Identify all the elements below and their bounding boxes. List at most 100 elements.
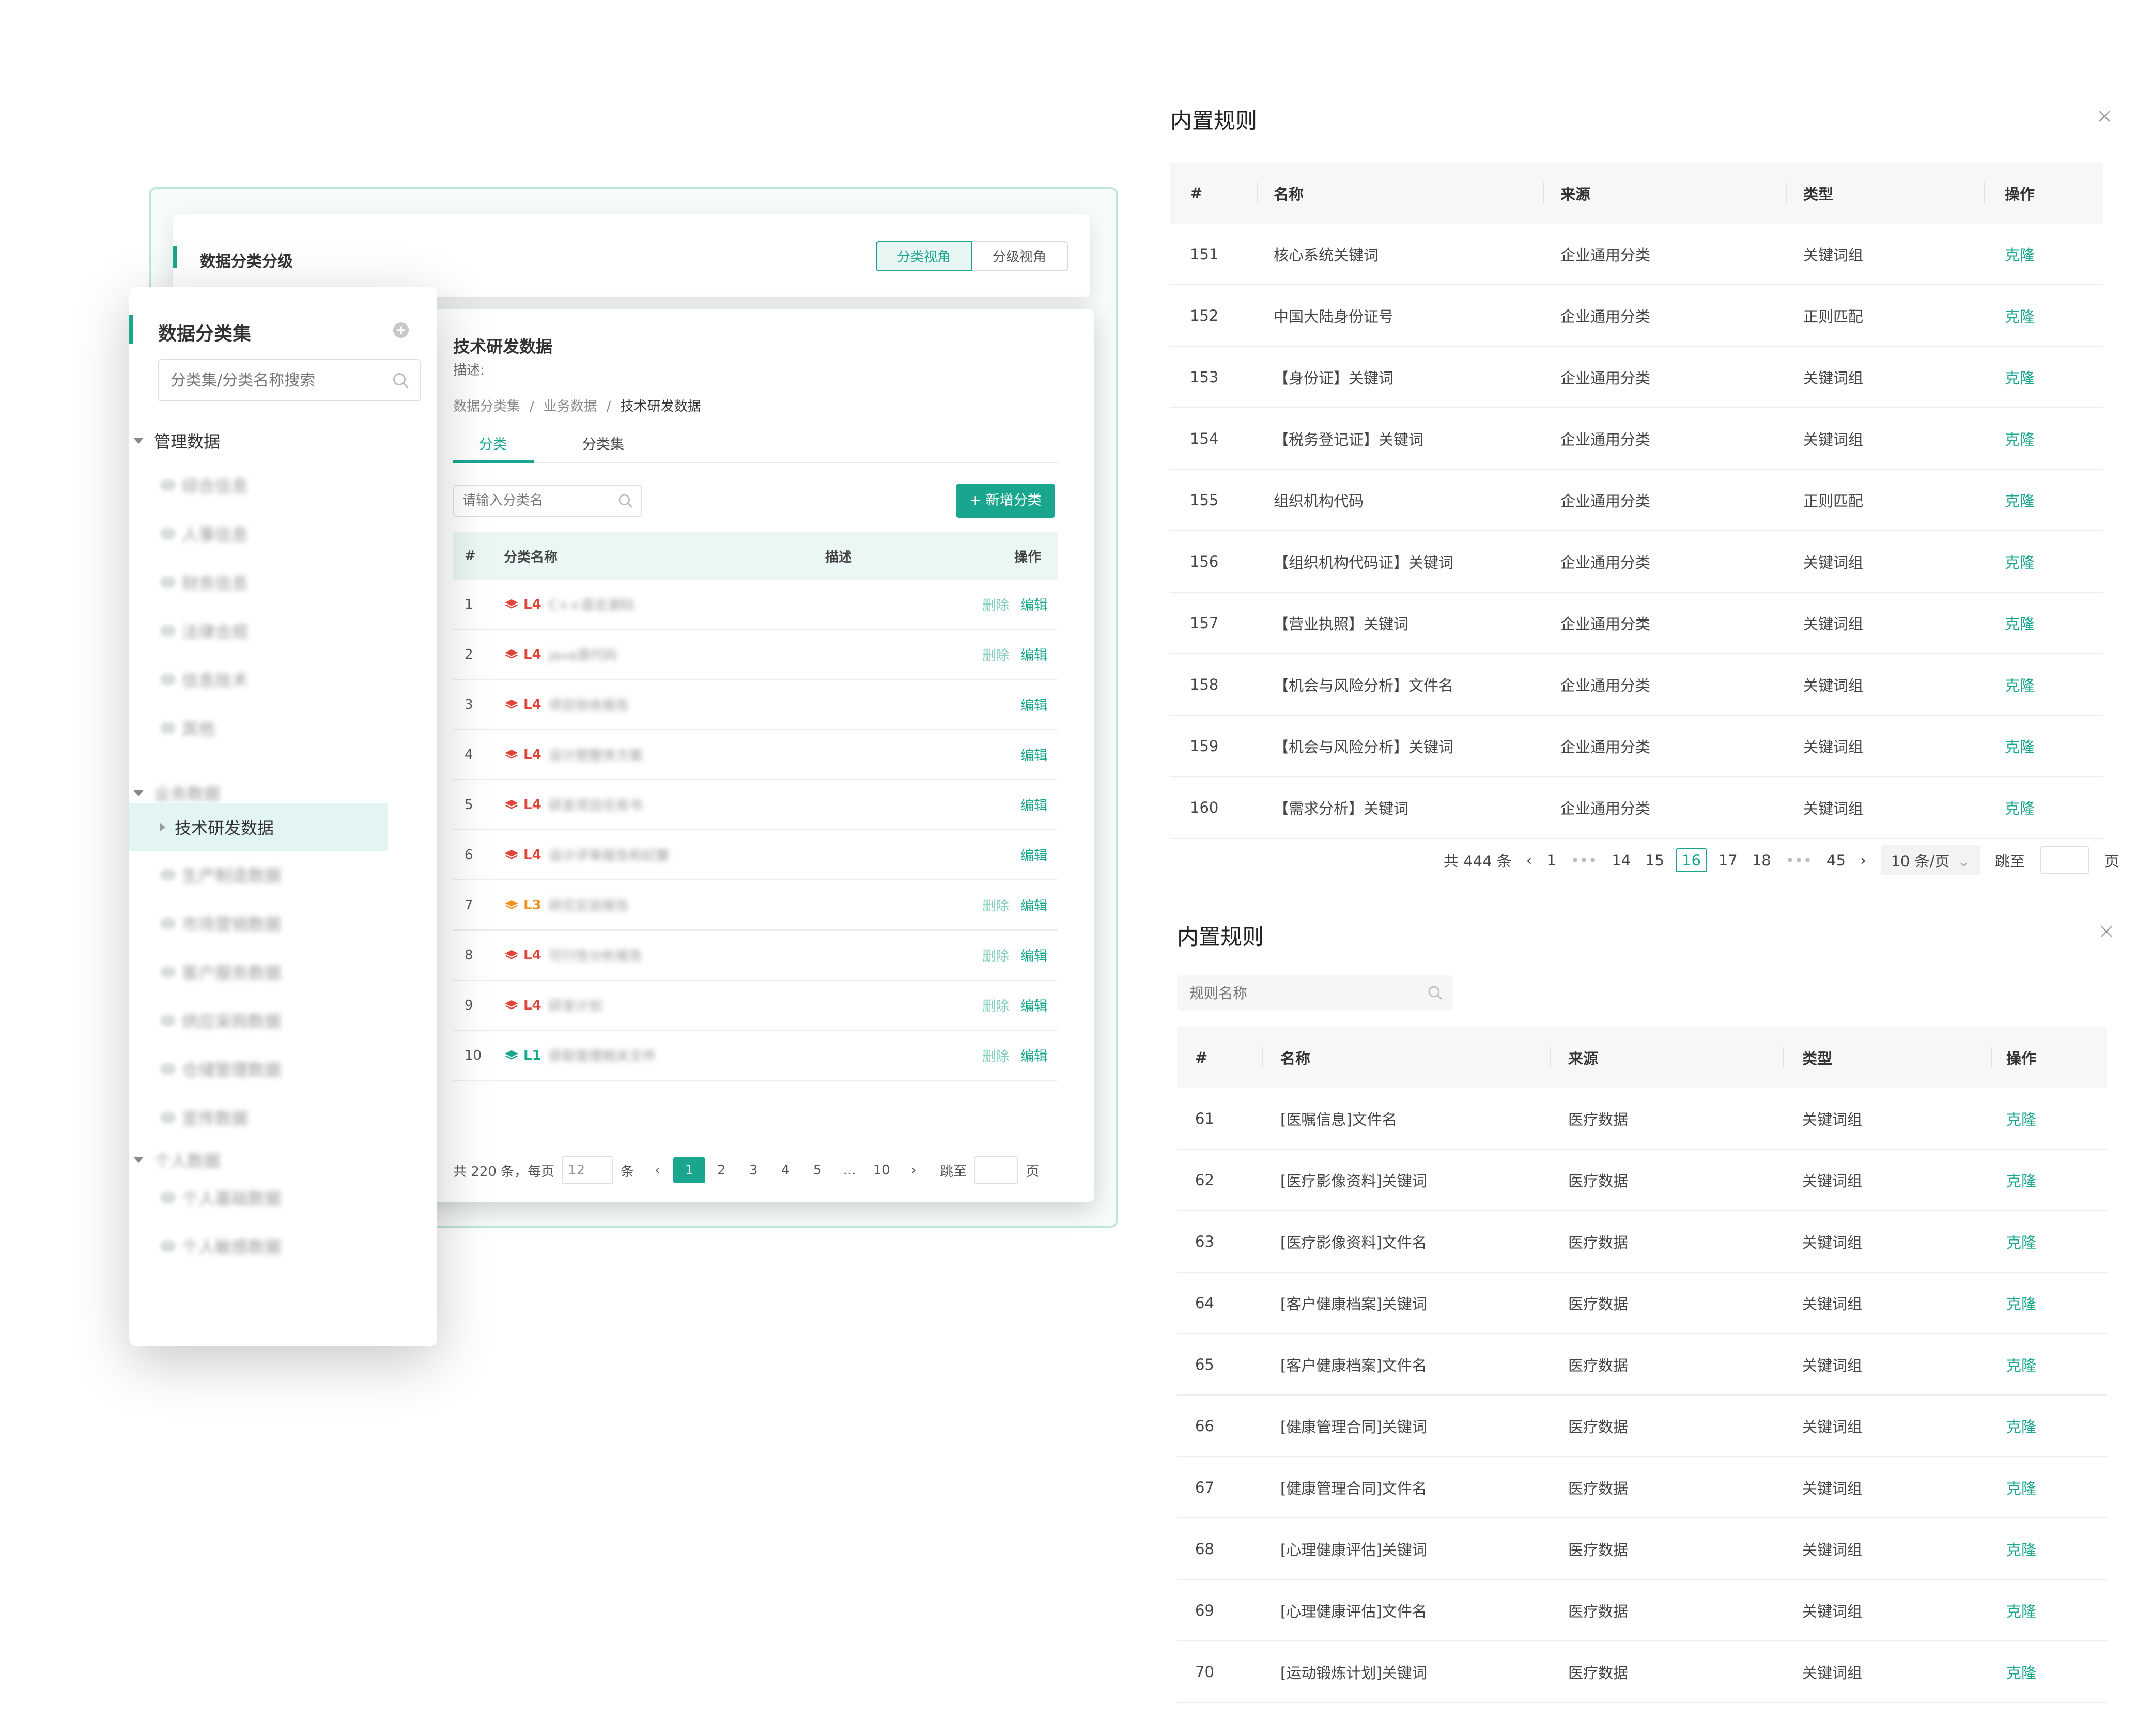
chevron-right-icon[interactable]: › bbox=[1860, 851, 1866, 869]
page-2[interactable]: 2 bbox=[705, 1163, 737, 1178]
breadcrumb-item[interactable]: 数据分类集 bbox=[453, 399, 520, 414]
sidebar-item[interactable]: 人事信息 bbox=[129, 510, 388, 557]
class-name[interactable]: 获取管理相关文件 bbox=[549, 1046, 656, 1065]
chevron-right-icon[interactable]: › bbox=[897, 1163, 930, 1178]
tab-grade-view[interactable]: 分级视角 bbox=[972, 241, 1068, 271]
delete-button[interactable]: 删除 bbox=[982, 946, 1009, 965]
edit-button[interactable]: 编辑 bbox=[1020, 946, 1047, 965]
page-1[interactable]: 1 bbox=[1546, 851, 1556, 869]
sidebar-group-management[interactable]: 管理数据 bbox=[129, 425, 220, 456]
clone-button[interactable]: 克隆 bbox=[2006, 1518, 2036, 1579]
clone-button[interactable]: 克隆 bbox=[2005, 347, 2035, 407]
chevron-left-icon[interactable]: ‹ bbox=[641, 1163, 673, 1178]
search-icon[interactable] bbox=[1427, 985, 1444, 1003]
delete-button[interactable]: 删除 bbox=[982, 895, 1009, 915]
class-name[interactable]: 研发计划 bbox=[549, 996, 602, 1015]
sidebar-item[interactable]: 供应采购数据 bbox=[129, 997, 388, 1044]
sidebar-item[interactable]: 财务信息 bbox=[129, 559, 388, 606]
sidebar-item[interactable]: 生产制造数据 bbox=[129, 851, 388, 898]
page-15[interactable]: 15 bbox=[1645, 851, 1664, 869]
page-10[interactable]: 10 bbox=[865, 1163, 897, 1178]
close-icon[interactable] bbox=[2097, 109, 2112, 126]
edit-button[interactable]: 编辑 bbox=[1020, 996, 1047, 1015]
rule-search-input[interactable] bbox=[1177, 975, 1429, 1011]
delete-button[interactable]: 删除 bbox=[982, 1046, 1009, 1065]
clone-button[interactable]: 克隆 bbox=[2006, 1580, 2036, 1640]
delete-button[interactable]: 删除 bbox=[982, 996, 1009, 1015]
clone-button[interactable]: 克隆 bbox=[2006, 1641, 2036, 1702]
class-name[interactable]: 研发项目任务书 bbox=[549, 795, 643, 814]
plus-circle-icon[interactable] bbox=[392, 321, 410, 342]
edit-button[interactable]: 编辑 bbox=[1020, 645, 1047, 664]
class-name[interactable]: java源代码 bbox=[549, 645, 617, 664]
page-size-input[interactable]: 12 bbox=[562, 1156, 614, 1184]
clone-button[interactable]: 克隆 bbox=[2006, 1088, 2036, 1149]
sidebar-search-input[interactable] bbox=[159, 360, 404, 400]
class-search-input[interactable] bbox=[454, 486, 621, 516]
edit-button[interactable]: 编辑 bbox=[1020, 595, 1047, 614]
class-name[interactable]: 项目验收报告 bbox=[549, 695, 629, 714]
delete-button[interactable]: 删除 bbox=[982, 645, 1009, 664]
delete-button[interactable]: 删除 bbox=[982, 595, 1009, 614]
page-size-select[interactable]: 10 条/页 ⌄ bbox=[1880, 845, 1980, 875]
class-name[interactable]: 可行性分析报告 bbox=[549, 946, 643, 965]
clone-button[interactable]: 克隆 bbox=[2006, 1273, 2036, 1333]
page-4[interactable]: 4 bbox=[769, 1163, 801, 1178]
class-name[interactable]: 研究实验报告 bbox=[549, 895, 629, 915]
search-icon[interactable] bbox=[617, 493, 634, 512]
page-16[interactable]: 16 bbox=[1676, 848, 1707, 872]
clone-button[interactable]: 克隆 bbox=[2005, 470, 2035, 530]
page-5[interactable]: 5 bbox=[801, 1163, 833, 1178]
sidebar-item[interactable]: 个人敏感数据 bbox=[129, 1222, 388, 1270]
sidebar-item[interactable]: 法律合规 bbox=[129, 607, 388, 655]
clone-button[interactable]: 克隆 bbox=[2006, 1211, 2036, 1272]
sidebar-item[interactable]: 其他 bbox=[129, 704, 388, 752]
sidebar-item[interactable]: 综合信息 bbox=[129, 461, 388, 509]
tab-class-sets[interactable]: 分类集 bbox=[582, 433, 624, 453]
page-14[interactable]: 14 bbox=[1612, 851, 1631, 869]
close-icon[interactable] bbox=[2099, 924, 2114, 941]
clone-button[interactable]: 克隆 bbox=[2006, 1334, 2036, 1394]
add-class-button[interactable]: + 新增分类 bbox=[956, 484, 1055, 518]
clone-button[interactable]: 克隆 bbox=[2006, 1457, 2036, 1517]
chevron-left-icon[interactable]: ‹ bbox=[1526, 851, 1532, 869]
edit-button[interactable]: 编辑 bbox=[1020, 1046, 1047, 1065]
sidebar-item[interactable]: 仓储管理数据 bbox=[129, 1045, 388, 1093]
edit-button[interactable]: 编辑 bbox=[1020, 895, 1047, 915]
class-name[interactable]: C++语言源码 bbox=[549, 595, 634, 614]
page-3[interactable]: 3 bbox=[737, 1163, 769, 1178]
clone-button[interactable]: 克隆 bbox=[2005, 285, 2035, 346]
page-45[interactable]: 45 bbox=[1826, 851, 1846, 869]
clone-button[interactable]: 克隆 bbox=[2005, 531, 2035, 592]
class-name[interactable]: 设计图整体方案 bbox=[549, 745, 643, 764]
class-name[interactable]: 设计评审报告和纪要 bbox=[549, 845, 670, 864]
sidebar-item[interactable]: 客户服务数据 bbox=[129, 948, 388, 996]
tab-classify-view[interactable]: 分类视角 bbox=[876, 241, 972, 271]
edit-button[interactable]: 编辑 bbox=[1020, 845, 1047, 864]
sidebar-item[interactable]: 信息技术 bbox=[129, 656, 388, 703]
jump-page-input[interactable] bbox=[974, 1156, 1019, 1184]
clone-button[interactable]: 克隆 bbox=[2005, 408, 2035, 469]
sidebar-item[interactable]: 个人基础数据 bbox=[129, 1174, 388, 1221]
sidebar-item[interactable]: 宣传数据 bbox=[129, 1094, 388, 1141]
edit-button[interactable]: 编辑 bbox=[1020, 695, 1047, 714]
clone-button[interactable]: 克隆 bbox=[2005, 654, 2035, 715]
clone-button[interactable]: 克隆 bbox=[2006, 1150, 2036, 1210]
sidebar-item-tech-rd[interactable]: 技术研发数据 bbox=[129, 803, 388, 851]
clone-button[interactable]: 克隆 bbox=[2005, 716, 2035, 776]
tab-classes[interactable]: 分类 bbox=[479, 433, 507, 453]
jump-page-input[interactable] bbox=[2040, 846, 2089, 874]
page-17[interactable]: 17 bbox=[1718, 851, 1738, 869]
clone-button[interactable]: 克隆 bbox=[2005, 593, 2035, 653]
clone-button[interactable]: 克隆 bbox=[2006, 1396, 2036, 1456]
breadcrumb-item[interactable]: 业务数据 bbox=[544, 399, 597, 414]
clone-button[interactable]: 克隆 bbox=[2005, 777, 2035, 838]
edit-button[interactable]: 编辑 bbox=[1020, 795, 1047, 814]
sidebar-item[interactable]: 市场营销数据 bbox=[129, 900, 388, 947]
clone-button[interactable]: 克隆 bbox=[2005, 224, 2035, 284]
page-1[interactable]: 1 bbox=[673, 1157, 706, 1183]
edit-button[interactable]: 编辑 bbox=[1020, 745, 1047, 764]
search-icon[interactable] bbox=[392, 371, 410, 392]
sidebar-group-personal[interactable]: 个人数据 bbox=[129, 1144, 220, 1175]
page-18[interactable]: 18 bbox=[1752, 851, 1771, 869]
